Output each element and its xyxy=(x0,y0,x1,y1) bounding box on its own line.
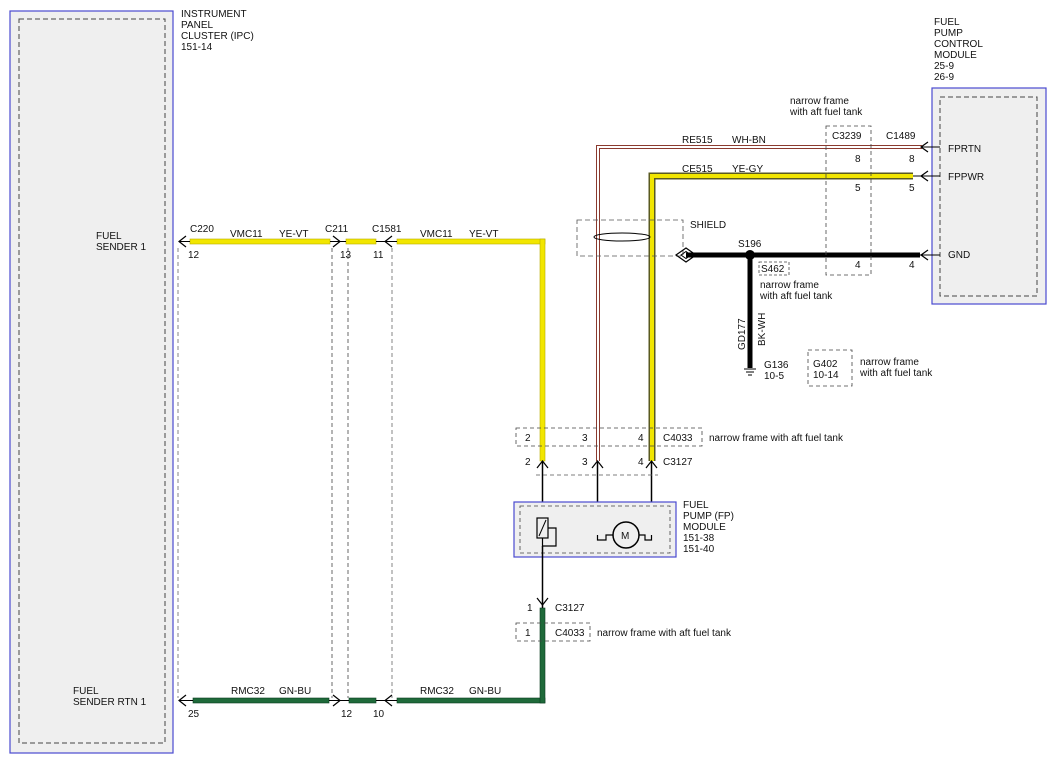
fpcm-title-line3: CONTROL xyxy=(934,39,983,50)
c3239-note-line2: with aft fuel tank xyxy=(789,107,863,118)
wire-vmc11: VMC11 YE-VT VMC11 YE-VT xyxy=(189,229,546,462)
connector-c1581-lower: 10 xyxy=(373,694,397,720)
wire-ye-gy-label: YE-GY xyxy=(732,164,763,175)
c1581-pin: 11 xyxy=(373,250,384,261)
s462-label: S462 xyxy=(761,264,785,275)
c3239-pin-5: 5 xyxy=(855,183,861,194)
fpcm-title-line6: 26-9 xyxy=(934,72,954,83)
fp-module-outline xyxy=(513,501,677,558)
wire-gn-bu-label-b: GN-BU xyxy=(469,686,501,697)
fpcm-module: FUEL PUMP CONTROL MODULE 25-9 26-9 FPRTN… xyxy=(931,17,1047,305)
g402-note-line1: narrow frame xyxy=(860,357,919,368)
c3127-pin-4: 4 xyxy=(638,457,644,468)
c4033-lower-note: narrow frame with aft fuel tank xyxy=(597,628,732,639)
connector-c4033-lower: 1 C4033 narrow frame with aft fuel tank xyxy=(515,622,732,642)
c220-pin: 12 xyxy=(188,250,200,261)
wire-rmc32: RMC32 GN-BU RMC32 GN-BU xyxy=(192,607,546,704)
ipc-title-line4: 151-14 xyxy=(181,42,213,53)
wire-wh-bn-label: WH-BN xyxy=(732,135,766,146)
wire-re515-label: RE515 xyxy=(682,135,713,146)
splice-s462: S462 narrow frame with aft fuel tank xyxy=(758,261,833,302)
ground-g136-ref: 10-5 xyxy=(764,371,784,382)
connector-c3239: narrow frame with aft fuel tank C3239 8 … xyxy=(789,96,872,276)
c220-label: C220 xyxy=(190,224,214,235)
c220-pin-rtn: 25 xyxy=(188,709,200,720)
fp-module: M FUEL PUMP (FP) MODULE 151-38 151-40 xyxy=(513,500,734,608)
c4033-note: narrow frame with aft fuel tank xyxy=(709,433,844,444)
fpcm-title-line2: PUMP xyxy=(934,28,963,39)
g402-ref: 10-14 xyxy=(813,370,839,381)
c4033-lower-pin: 1 xyxy=(525,628,531,639)
ipc-title-line3: CLUSTER (IPC) xyxy=(181,31,254,42)
ipc-title-line1: INSTRUMENT xyxy=(181,9,247,20)
fpcm-module-outline xyxy=(931,87,1047,305)
wire-vmc11-label-a: VMC11 xyxy=(230,229,263,240)
fp-title-line5: 151-40 xyxy=(683,544,715,555)
c1489-pin-5: 5 xyxy=(909,183,915,194)
c3127-lower-pin: 1 xyxy=(527,603,533,614)
c3127-pin-3: 3 xyxy=(582,457,588,468)
wire-ye-vt-label-b: YE-VT xyxy=(469,229,498,240)
c3239-label: C3239 xyxy=(832,131,862,142)
pin-fuel-sender-1-line2: SENDER 1 xyxy=(96,242,146,253)
fpcm-title-line5: 25-9 xyxy=(934,61,954,72)
ground-g402: G402 10-14 narrow frame with aft fuel ta… xyxy=(807,349,933,387)
c4033-label: C4033 xyxy=(663,433,693,444)
g402-note-line2: with aft fuel tank xyxy=(859,368,933,379)
wire-gd177-label: GD177 xyxy=(737,318,748,350)
ground-g136-label: G136 xyxy=(764,360,789,371)
pin-fuel-sender-rtn-1-line2: SENDER RTN 1 xyxy=(73,697,147,708)
c3127-pin-2: 2 xyxy=(525,457,531,468)
pin-fuel-sender-rtn-1-line1: FUEL xyxy=(73,686,99,697)
s462-note-line1: narrow frame xyxy=(760,280,819,291)
wire-vmc11-label-b: VMC11 xyxy=(420,229,453,240)
c211-label: C211 xyxy=(325,224,349,235)
motor-symbol: M xyxy=(621,531,629,542)
pin-fppwr: FPPWR xyxy=(948,172,984,183)
c1489-label: C1489 xyxy=(886,131,916,142)
wire-rmc32-label-a: RMC32 xyxy=(231,686,265,697)
c1581-label: C1581 xyxy=(372,224,402,235)
fpcm-title-line1: FUEL xyxy=(934,17,960,28)
c4033-lower-label: C4033 xyxy=(555,628,585,639)
fp-title-line1: FUEL xyxy=(683,500,709,511)
c4033-pin-4: 4 xyxy=(638,433,644,444)
wire-gn-bu-label-a: GN-BU xyxy=(279,686,311,697)
connector-c3127-lower: 1 C3127 xyxy=(527,597,585,614)
s462-note-line2: with aft fuel tank xyxy=(759,291,833,302)
connector-c4033-upper: 2 3 4 C4033 narrow frame with aft fuel t… xyxy=(515,427,844,447)
pin-gnd: GND xyxy=(948,250,970,261)
ipc-title-line2: PANEL xyxy=(181,20,213,31)
c4033-pin-2: 2 xyxy=(525,433,531,444)
wiring-diagram: INSTRUMENT PANEL CLUSTER (IPC) 151-14 FU… xyxy=(9,9,1047,754)
wire-ye-vt-label-a: YE-VT xyxy=(279,229,308,240)
ipc-module-outline xyxy=(9,10,174,754)
shield-label: SHIELD xyxy=(690,220,726,231)
c3127-lower-label: C3127 xyxy=(555,603,585,614)
wire-ce515: CE515 YE-GY xyxy=(648,164,913,461)
fpcm-title-line4: MODULE xyxy=(934,50,977,61)
ipc-module: INSTRUMENT PANEL CLUSTER (IPC) 151-14 FU… xyxy=(9,9,254,754)
pin-fuel-sender-1-line1: FUEL xyxy=(96,231,122,242)
fp-title-line3: MODULE xyxy=(683,522,726,533)
c1489-pin-4: 4 xyxy=(909,260,915,271)
fp-title-line2: PUMP (FP) xyxy=(683,511,734,522)
splice-s196-label: S196 xyxy=(738,239,762,250)
c211-pin-rtn: 12 xyxy=(341,709,353,720)
c3239-note-line1: narrow frame xyxy=(790,96,849,107)
wire-bk-wh-label: BK-WH xyxy=(757,313,768,346)
g402-label: G402 xyxy=(813,359,838,370)
c1489-pin-8: 8 xyxy=(909,154,915,165)
c3127-label: C3127 xyxy=(663,457,693,468)
wire-rmc32-label-b: RMC32 xyxy=(420,686,454,697)
wire-ce515-label: CE515 xyxy=(682,164,713,175)
c4033-pin-3: 3 xyxy=(582,433,588,444)
c3239-pin-8: 8 xyxy=(855,154,861,165)
pin-fprtn: FPRTN xyxy=(948,144,981,155)
c211-pin: 13 xyxy=(340,250,352,261)
c3239-pin-4: 4 xyxy=(855,260,861,271)
c1581-pin-rtn: 10 xyxy=(373,709,385,720)
fp-title-line4: 151-38 xyxy=(683,533,715,544)
splice-s196-dot xyxy=(745,250,755,260)
